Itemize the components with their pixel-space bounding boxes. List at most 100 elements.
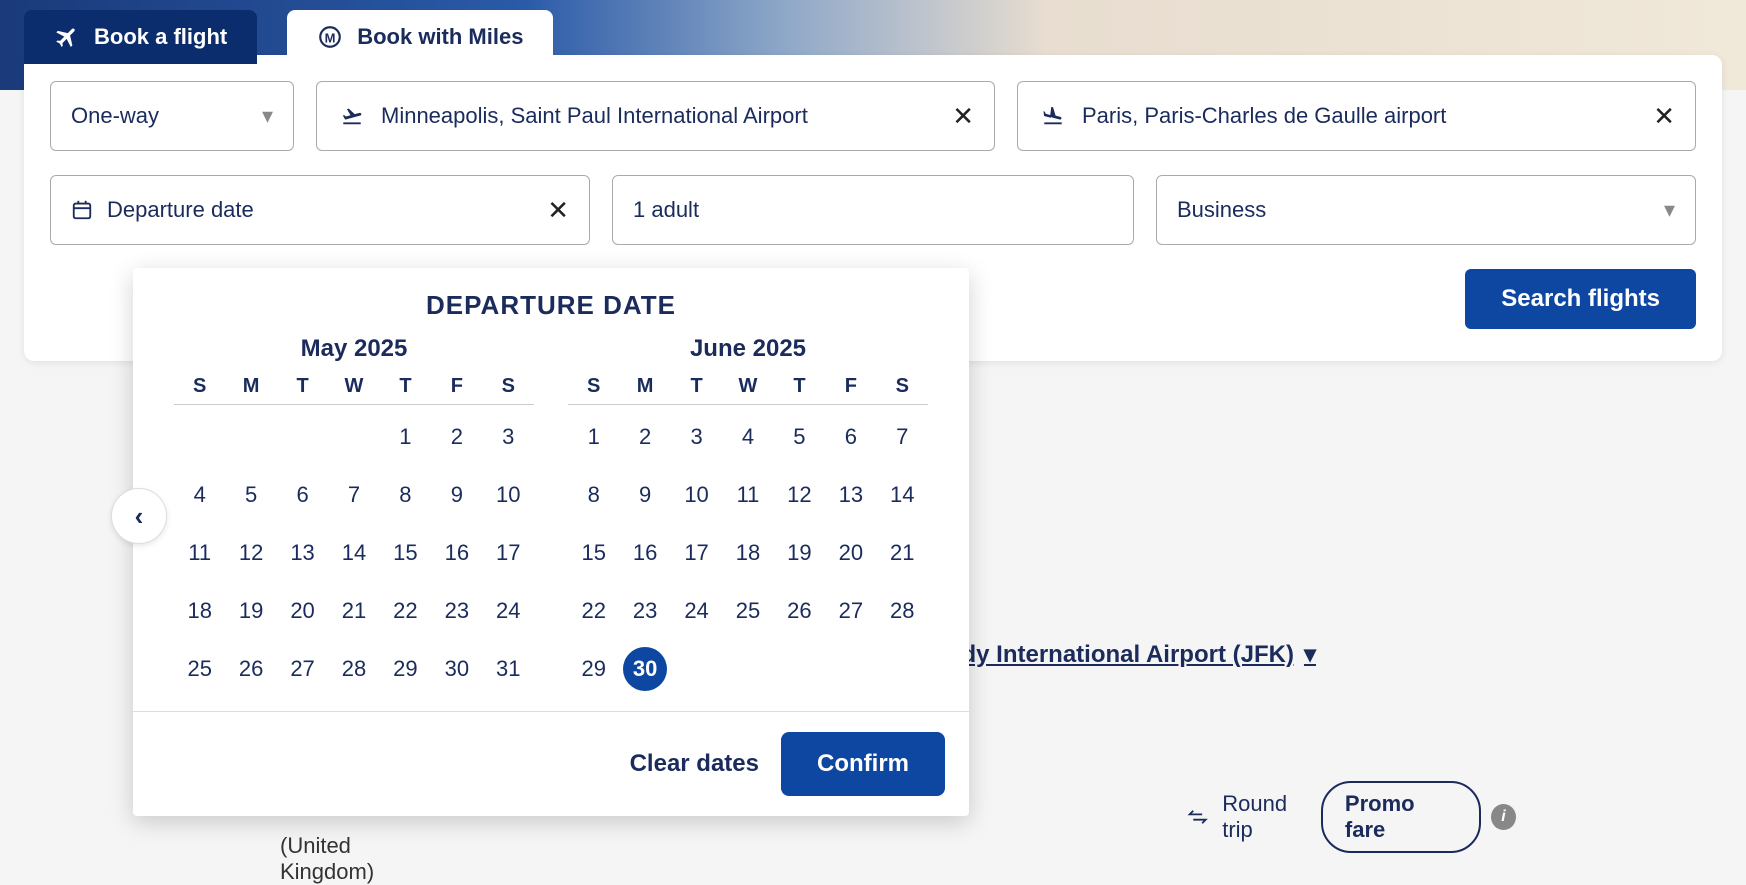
day-cell[interactable]: 27	[829, 589, 873, 633]
day-cell[interactable]: 10	[486, 473, 530, 517]
datepicker-popover: ‹ DEPARTURE DATE May 2025 SMTWTFS 123456…	[133, 268, 969, 816]
day-cell[interactable]: 20	[281, 589, 325, 633]
day-cell[interactable]: 20	[829, 531, 873, 575]
day-cell[interactable]: 18	[726, 531, 770, 575]
day-cell[interactable]: 21	[332, 589, 376, 633]
day-cell[interactable]: 19	[229, 589, 273, 633]
day-cell[interactable]: 22	[572, 589, 616, 633]
svg-text:M: M	[325, 30, 336, 45]
promo-fare-pill[interactable]: Promo fare	[1321, 781, 1481, 853]
day-cell[interactable]: 2	[435, 415, 479, 459]
day-cell[interactable]: 6	[829, 415, 873, 459]
trip-type-select[interactable]: One-way ▾	[50, 81, 294, 151]
days-grid-1: 1234567891011121314151617181920212223242…	[174, 415, 534, 691]
day-cell[interactable]: 11	[178, 531, 222, 575]
day-cell[interactable]: 31	[486, 647, 530, 691]
day-cell[interactable]: 13	[829, 473, 873, 517]
day-cell[interactable]: 25	[726, 589, 770, 633]
day-cell[interactable]: 28	[880, 589, 924, 633]
day-cell[interactable]: 17	[675, 531, 719, 575]
chevron-down-icon: ▾	[1664, 197, 1675, 223]
day-cell[interactable]: 6	[281, 473, 325, 517]
day-cell[interactable]: 8	[383, 473, 427, 517]
dow-cell: F	[825, 375, 876, 398]
day-cell[interactable]: 14	[332, 531, 376, 575]
days-grid-2: 1234567891011121314151617181920212223242…	[568, 415, 928, 691]
day-empty	[229, 415, 273, 459]
dow-cell: M	[225, 375, 276, 398]
day-cell[interactable]: 14	[880, 473, 924, 517]
day-cell[interactable]: 2	[623, 415, 667, 459]
tab-book-miles-label: Book with Miles	[357, 24, 523, 50]
day-cell[interactable]: 29	[383, 647, 427, 691]
day-cell[interactable]: 12	[229, 531, 273, 575]
day-cell[interactable]: 23	[435, 589, 479, 633]
confirm-date-button[interactable]: Confirm	[783, 734, 943, 794]
day-cell[interactable]: 16	[623, 531, 667, 575]
day-cell[interactable]: 5	[229, 473, 273, 517]
day-cell[interactable]: 1	[572, 415, 616, 459]
origin-value: Minneapolis, Saint Paul International Ai…	[381, 103, 808, 129]
day-cell[interactable]: 16	[435, 531, 479, 575]
day-cell[interactable]: 24	[675, 589, 719, 633]
round-trip-label: Round trip	[1222, 791, 1321, 843]
day-cell[interactable]: 27	[281, 647, 325, 691]
day-cell[interactable]: 10	[675, 473, 719, 517]
day-cell[interactable]: 7	[332, 473, 376, 517]
prev-month-button[interactable]: ‹	[111, 488, 167, 544]
day-cell[interactable]: 4	[726, 415, 770, 459]
clear-date-button[interactable]: ✕	[547, 195, 569, 226]
round-trip-indicator: Round trip	[1187, 791, 1321, 843]
day-cell[interactable]: 4	[178, 473, 222, 517]
day-cell[interactable]: 25	[178, 647, 222, 691]
day-cell[interactable]: 3	[486, 415, 530, 459]
clear-origin-button[interactable]: ✕	[952, 101, 974, 132]
day-cell[interactable]: 29	[572, 647, 616, 691]
day-cell[interactable]: 17	[486, 531, 530, 575]
cabin-select[interactable]: Business ▾	[1156, 175, 1696, 245]
dow-cell: F	[431, 375, 482, 398]
day-cell[interactable]: 15	[572, 531, 616, 575]
day-cell[interactable]: 30	[435, 647, 479, 691]
info-icon[interactable]: i	[1491, 804, 1516, 830]
day-cell[interactable]: 26	[777, 589, 821, 633]
dow-cell: M	[619, 375, 670, 398]
dow-cell: W	[328, 375, 379, 398]
plane-icon	[54, 24, 80, 50]
tab-book-flight[interactable]: Book a flight	[24, 10, 257, 64]
clear-dates-button[interactable]: Clear dates	[630, 750, 759, 778]
day-cell[interactable]: 18	[178, 589, 222, 633]
day-cell[interactable]: 24	[486, 589, 530, 633]
origin-field[interactable]: Minneapolis, Saint Paul International Ai…	[316, 81, 995, 151]
dow-cell: T	[380, 375, 431, 398]
day-cell[interactable]: 15	[383, 531, 427, 575]
departure-date-field[interactable]: Departure date ✕	[50, 175, 590, 245]
day-cell[interactable]: 30	[623, 647, 667, 691]
search-flights-button[interactable]: Search flights	[1465, 269, 1696, 329]
passengers-field[interactable]: 1 adult	[612, 175, 1134, 245]
tab-book-miles[interactable]: M Book with Miles	[287, 10, 553, 64]
chevron-down-icon: ▾	[1304, 640, 1316, 669]
day-cell[interactable]: 12	[777, 473, 821, 517]
destination-value: Paris, Paris-Charles de Gaulle airport	[1082, 103, 1446, 129]
day-cell[interactable]: 3	[675, 415, 719, 459]
day-cell[interactable]: 21	[880, 531, 924, 575]
plane-depart-icon	[337, 105, 367, 127]
day-cell[interactable]: 26	[229, 647, 273, 691]
day-cell[interactable]: 19	[777, 531, 821, 575]
datepicker-footer: Clear dates Confirm	[133, 711, 969, 816]
day-cell[interactable]: 23	[623, 589, 667, 633]
day-cell[interactable]: 7	[880, 415, 924, 459]
day-cell[interactable]: 9	[435, 473, 479, 517]
day-cell[interactable]: 8	[572, 473, 616, 517]
day-cell[interactable]: 9	[623, 473, 667, 517]
day-cell[interactable]: 11	[726, 473, 770, 517]
day-cell[interactable]: 1	[383, 415, 427, 459]
day-cell[interactable]: 13	[281, 531, 325, 575]
day-cell[interactable]: 22	[383, 589, 427, 633]
day-cell[interactable]: 5	[777, 415, 821, 459]
destination-field[interactable]: Paris, Paris-Charles de Gaulle airport ✕	[1017, 81, 1696, 151]
clear-destination-button[interactable]: ✕	[1653, 101, 1675, 132]
day-cell[interactable]: 28	[332, 647, 376, 691]
booking-tabs: Book a flight M Book with Miles	[24, 10, 553, 64]
